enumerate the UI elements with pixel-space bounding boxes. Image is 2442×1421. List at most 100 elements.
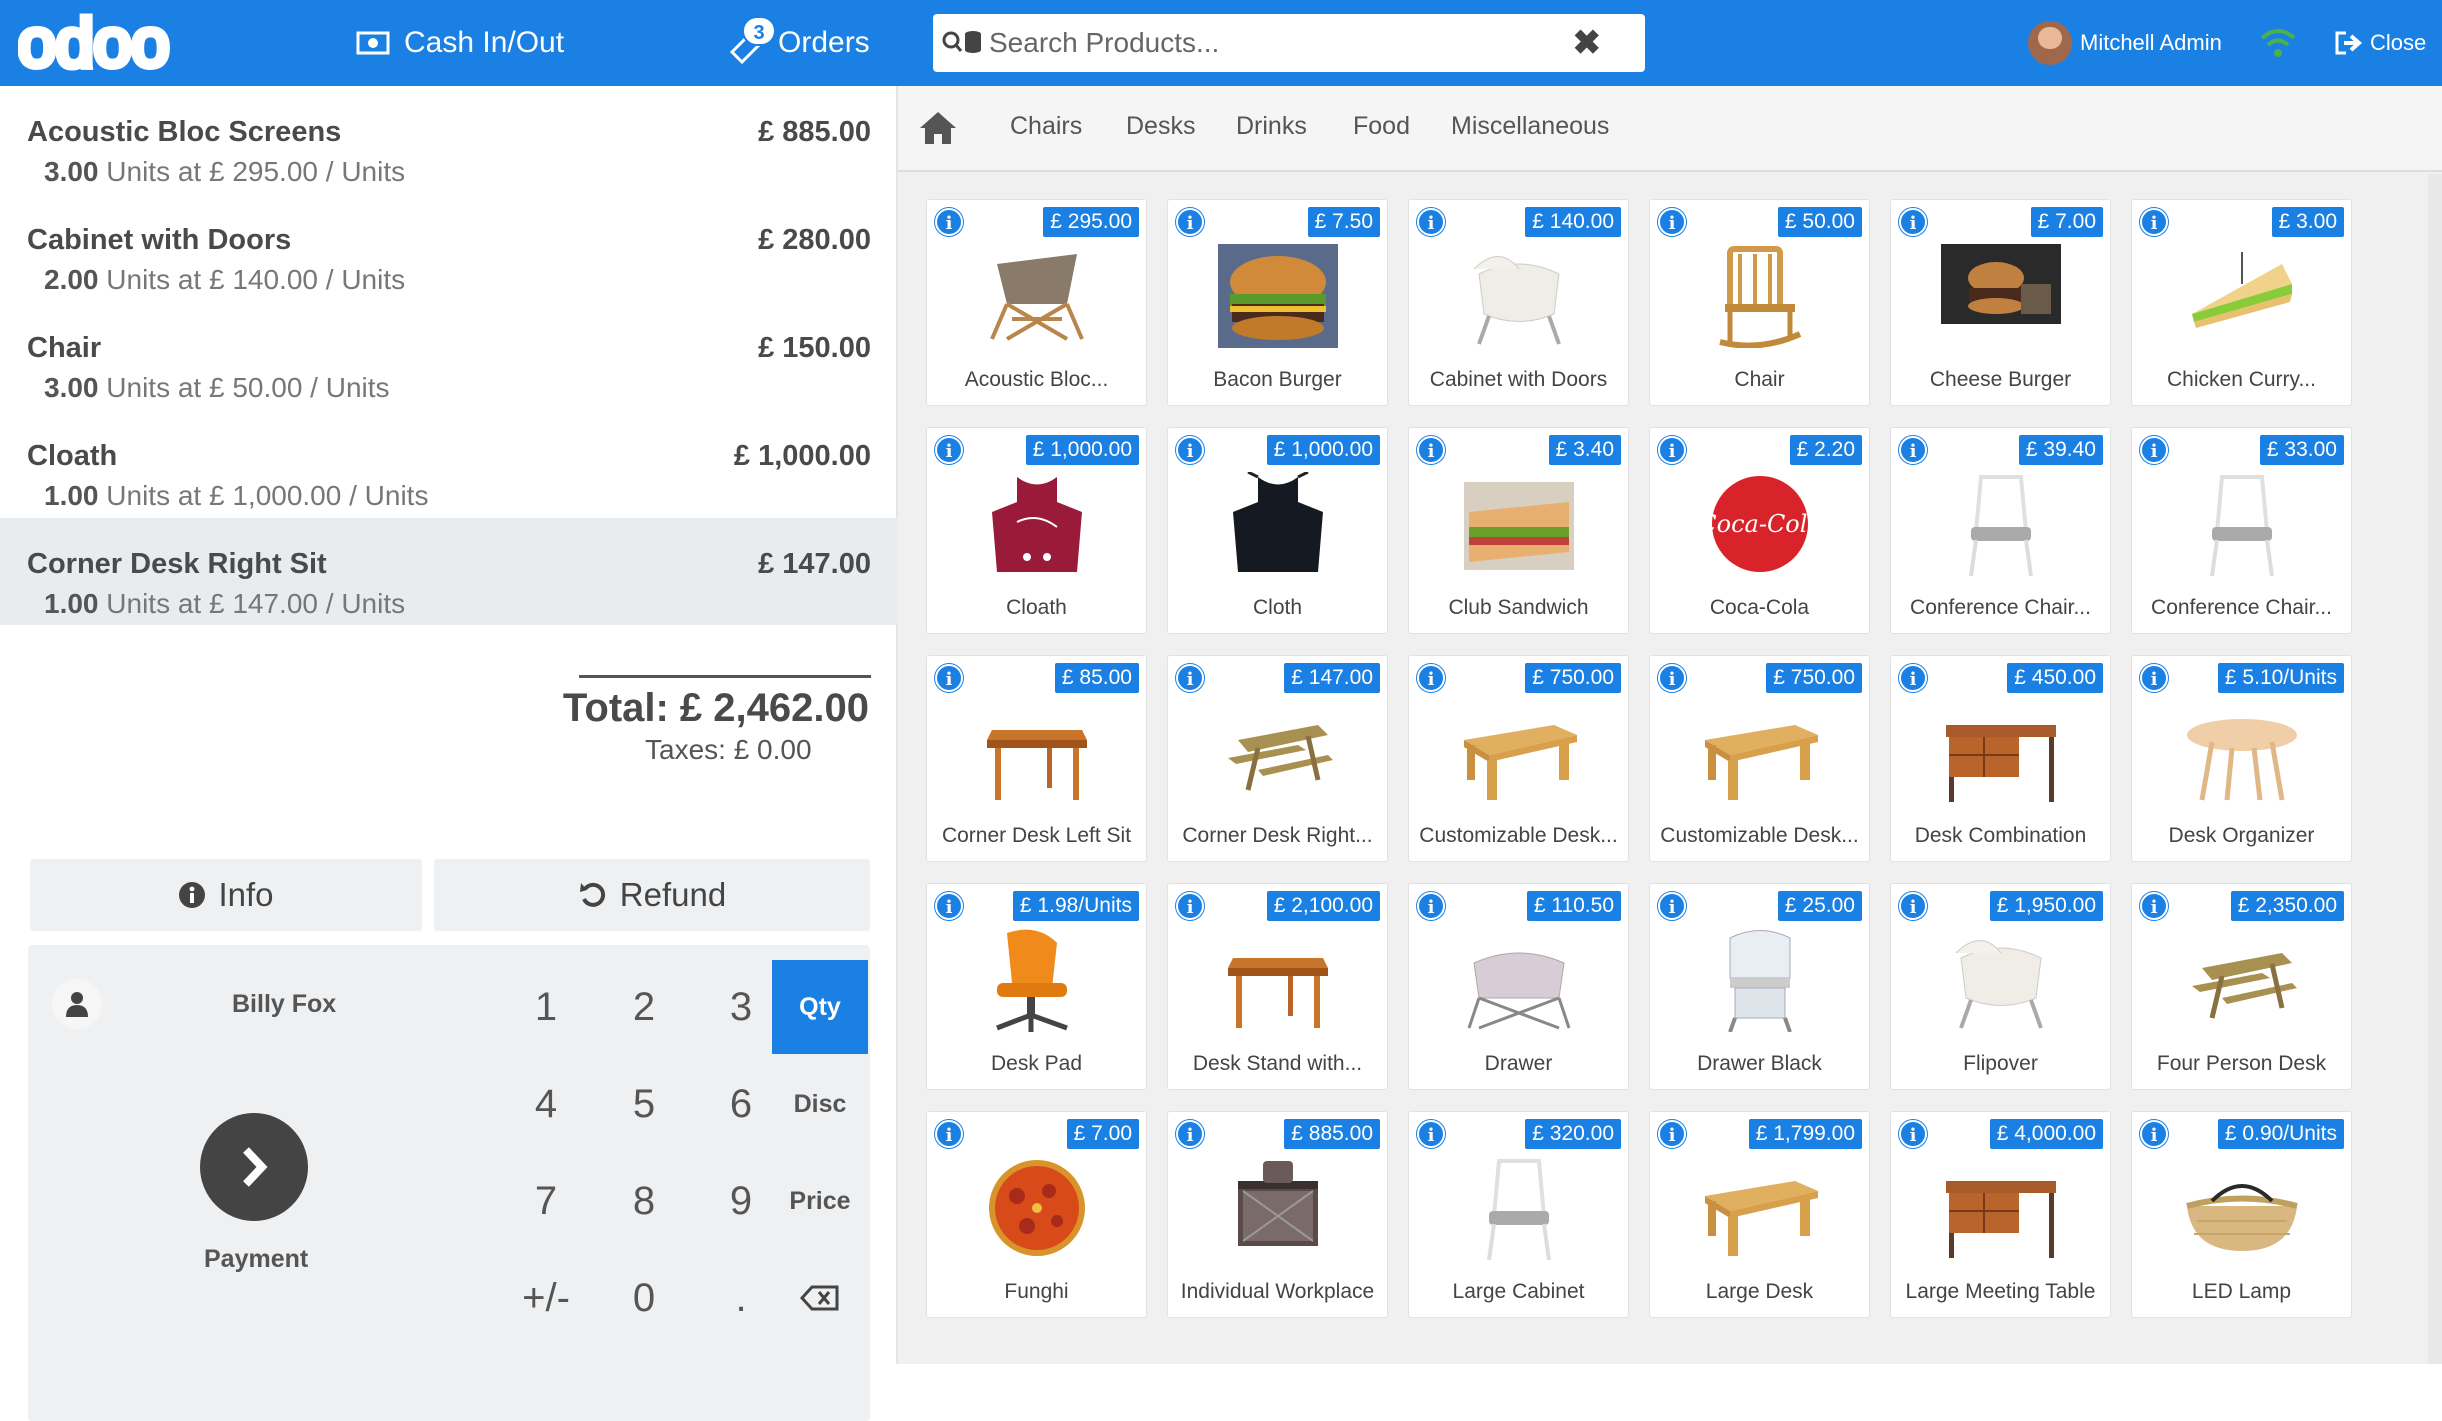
product-card[interactable]: i £ 1,950.00 Flipover <box>1890 883 2111 1090</box>
backspace-button[interactable] <box>772 1251 868 1345</box>
category-drinks[interactable]: Drinks <box>1236 112 1307 141</box>
info-button[interactable]: Info <box>30 859 422 931</box>
product-info-icon[interactable]: i <box>1658 436 1686 464</box>
product-card[interactable]: i £ 750.00 Customizable Desk... <box>1649 655 1870 862</box>
product-info-icon[interactable]: i <box>935 892 963 920</box>
search-bar[interactable]: ✖ <box>933 14 1645 72</box>
product-info-icon[interactable]: i <box>1417 664 1445 692</box>
product-info-icon[interactable]: i <box>1658 1120 1686 1148</box>
product-info-icon[interactable]: i <box>1658 892 1686 920</box>
product-card[interactable]: i £ 7.00 Cheese Burger <box>1890 199 2111 406</box>
product-card[interactable]: i £ 3.40 Club Sandwich <box>1408 427 1629 634</box>
product-card[interactable]: i £ 885.00 Individual Workplace <box>1167 1111 1388 1318</box>
product-card[interactable]: i £ 110.50 Drawer <box>1408 883 1629 1090</box>
search-input[interactable] <box>989 27 1549 59</box>
product-info-icon[interactable]: i <box>1417 1120 1445 1148</box>
refund-button[interactable]: Refund <box>434 859 870 931</box>
product-info-icon[interactable]: i <box>1176 208 1204 236</box>
product-info-icon[interactable]: i <box>1417 436 1445 464</box>
product-card[interactable]: i £ 750.00 Customizable Desk... <box>1408 655 1629 862</box>
mode-price-button[interactable]: Price <box>772 1154 868 1248</box>
product-name: Flipover <box>1963 1052 2038 1075</box>
scrollbar[interactable] <box>2428 174 2442 1364</box>
close-button[interactable]: Close <box>2334 0 2426 86</box>
mode-disc-button[interactable]: Disc <box>772 1057 868 1151</box>
product-card[interactable]: i £ 320.00 Large Cabinet <box>1408 1111 1629 1318</box>
product-info-icon[interactable]: i <box>1899 436 1927 464</box>
light-desk-icon <box>1705 725 1818 800</box>
product-info-icon[interactable]: i <box>1658 664 1686 692</box>
product-info-icon[interactable]: i <box>2140 1120 2168 1148</box>
product-info-icon[interactable]: i <box>1899 208 1927 236</box>
order-line[interactable]: Corner Desk Right Sit £ 147.00 1.00 Units … <box>0 518 898 625</box>
product-card[interactable]: i £ 450.00 Desk Combination <box>1890 655 2111 862</box>
order-line-unit-price: Units at £ 147.00 / Units <box>106 588 406 619</box>
product-card[interactable]: i £ 33.00 Conference Chair... <box>2131 427 2352 634</box>
product-card[interactable]: i £ 3.00 Chicken Curry... <box>2131 199 2352 406</box>
category-chairs[interactable]: Chairs <box>1010 112 1082 141</box>
clear-search-icon[interactable]: ✖ <box>1573 26 1602 60</box>
product-info-icon[interactable]: i <box>1899 1120 1927 1148</box>
product-card[interactable]: i £ 295.00 Acoustic Bloc... <box>926 199 1147 406</box>
category-miscellaneous[interactable]: Miscellaneous <box>1451 112 1609 141</box>
product-card[interactable]: i £ 25.00 Drawer Black <box>1649 883 1870 1090</box>
product-info-icon[interactable]: i <box>1417 892 1445 920</box>
product-card[interactable]: i £ 1,799.00 Large Desk <box>1649 1111 1870 1318</box>
product-info-icon[interactable]: i <box>2140 664 2168 692</box>
product-card[interactable]: i £ 7.50 Bacon Burger <box>1167 199 1388 406</box>
key-0[interactable]: 0 <box>596 1251 692 1345</box>
product-info-icon[interactable]: i <box>1899 892 1927 920</box>
product-info-icon[interactable]: i <box>935 664 963 692</box>
product-card[interactable]: i £ 2,100.00 Desk Stand with... <box>1167 883 1388 1090</box>
product-info-icon[interactable]: i <box>1176 892 1204 920</box>
order-line[interactable]: Cloath £ 1,000.00 1.00 Units at £ 1,000.00… <box>0 410 898 517</box>
product-info-icon[interactable]: i <box>935 436 963 464</box>
product-card[interactable]: i £ 7.00 Funghi <box>926 1111 1147 1318</box>
payment-button[interactable] <box>200 1113 308 1221</box>
order-line[interactable]: Cabinet with Doors £ 280.00 2.00 Units at … <box>0 194 898 301</box>
product-info-icon[interactable]: i <box>1417 208 1445 236</box>
category-desks[interactable]: Desks <box>1126 112 1195 141</box>
product-card[interactable]: i £ 85.00 Corner Desk Left Sit <box>926 655 1147 862</box>
product-info-icon[interactable]: i <box>935 208 963 236</box>
product-card[interactable]: i £ 147.00 Corner Desk Right... <box>1167 655 1388 862</box>
product-info-icon[interactable]: i <box>2140 436 2168 464</box>
category-food[interactable]: Food <box>1353 112 1410 141</box>
customer-button[interactable]: Billy Fox <box>52 960 464 1048</box>
product-info-icon[interactable]: i <box>2140 208 2168 236</box>
cash-in-out-button[interactable]: Cash In/Out <box>356 0 564 86</box>
order-line[interactable]: Acoustic Bloc Screens £ 885.00 3.00 Units … <box>0 86 898 193</box>
key-plus-minus[interactable]: +/- <box>498 1251 594 1345</box>
key-8[interactable]: 8 <box>596 1154 692 1248</box>
product-card[interactable]: i £ 140.00 Cabinet with Doors <box>1408 199 1629 406</box>
product-card[interactable]: i £ 50.00 Chair <box>1649 199 1870 406</box>
product-card[interactable]: i £ 39.40 Conference Chair... <box>1890 427 2111 634</box>
product-info-icon[interactable]: i <box>1176 1120 1204 1148</box>
product-card[interactable]: i £ 1,000.00 Cloath <box>926 427 1147 634</box>
product-info-icon[interactable]: i <box>1658 208 1686 236</box>
order-line[interactable]: Chair £ 150.00 3.00 Units at £ 50.00 / Uni… <box>0 302 898 409</box>
product-card[interactable]: i £ 4,000.00 Large Meeting Table <box>1890 1111 2111 1318</box>
user-menu[interactable]: Mitchell Admin <box>2028 0 2222 86</box>
product-info-icon[interactable]: i <box>1176 664 1204 692</box>
key-5[interactable]: 5 <box>596 1057 692 1151</box>
home-icon[interactable] <box>918 110 958 146</box>
product-card[interactable]: i £ 2,350.00 Four Person Desk <box>2131 883 2352 1090</box>
product-info-icon[interactable]: i <box>935 1120 963 1148</box>
product-card[interactable]: i £ 1.98/Units Desk Pad <box>926 883 1147 1090</box>
product-card[interactable]: i £ 2.20 Coca-Cola Coca-Cola <box>1649 427 1870 634</box>
product-card[interactable]: i £ 0.90/Units LED Lamp <box>2131 1111 2352 1318</box>
key-7[interactable]: 7 <box>498 1154 594 1248</box>
product-info-icon[interactable]: i <box>1899 664 1927 692</box>
key-4[interactable]: 4 <box>498 1057 594 1151</box>
product-card[interactable]: i £ 5.10/Units Desk Organizer <box>2131 655 2352 862</box>
product-card[interactable]: i £ 1,000.00 Cloth <box>1167 427 1388 634</box>
product-price-tag: £ 50.00 <box>1777 207 1862 237</box>
order-line-detail: 1.00 Units at £ 1,000.00 / Units <box>44 480 428 512</box>
product-info-icon[interactable]: i <box>1176 436 1204 464</box>
mode-qty-button[interactable]: Qty <box>772 960 868 1054</box>
orders-button[interactable]: 3 Orders <box>728 0 870 86</box>
key-2[interactable]: 2 <box>596 960 692 1054</box>
product-info-icon[interactable]: i <box>2140 892 2168 920</box>
key-1[interactable]: 1 <box>498 960 594 1054</box>
